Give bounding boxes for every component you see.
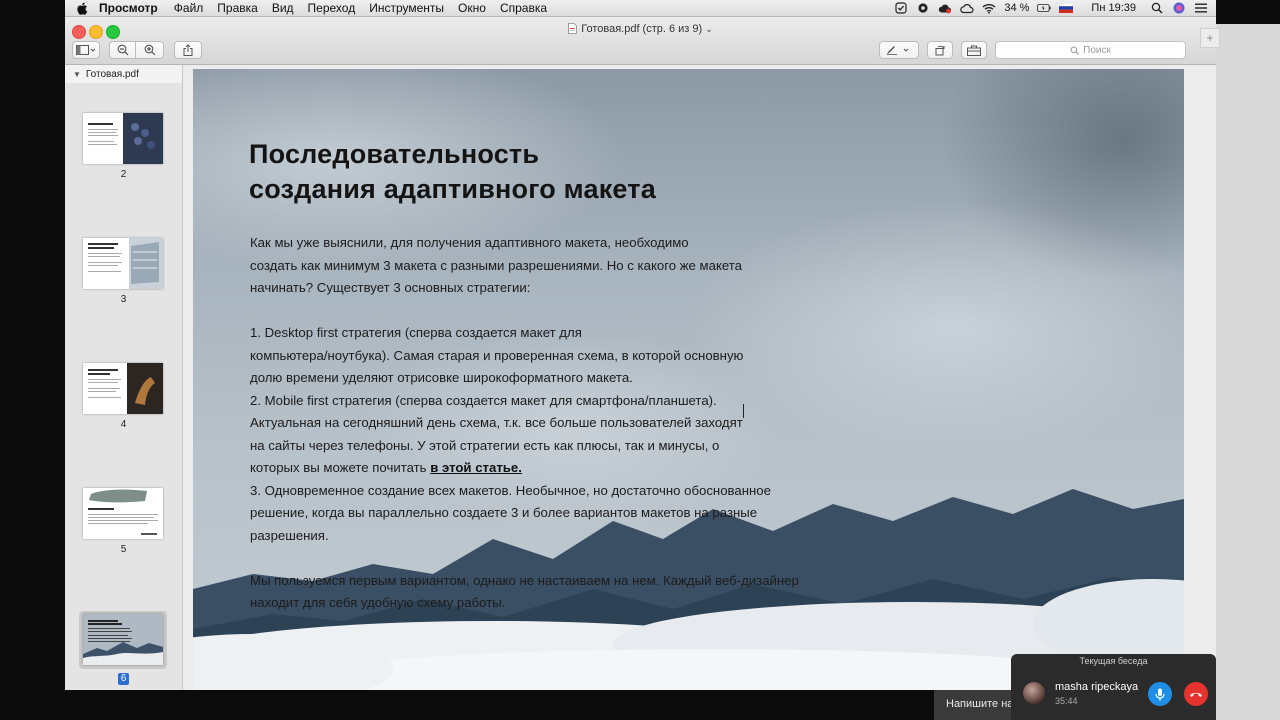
search-field[interactable]: Поиск [995, 41, 1186, 59]
microphone-button[interactable] [1148, 682, 1172, 706]
menu-tools[interactable]: Инструменты [369, 1, 444, 15]
body-line: 2. Mobile first стратегия (сперва создае… [250, 392, 717, 408]
menu-edit[interactable]: Правка [217, 1, 258, 15]
zoom-out-icon [117, 44, 128, 56]
page-number-3: 3 [120, 294, 127, 305]
page-thumbnail-3[interactable] [83, 238, 163, 289]
zoom-in-icon [144, 44, 155, 56]
menu-file[interactable]: Файл [174, 1, 204, 15]
checkmark-status-icon[interactable] [894, 2, 908, 14]
search-icon [1070, 46, 1080, 55]
spotlight-search-icon[interactable] [1150, 2, 1164, 14]
body-line-prefix: которых вы можете почитать [250, 460, 431, 475]
slide-body-text: Как мы уже выяснили, для получения адапт… [250, 232, 870, 615]
page-number-2: 2 [120, 169, 127, 180]
caller-name: masha ripeckaya [1055, 681, 1139, 693]
body-line: долю времени уделяют отрисовке широкофор… [250, 370, 633, 385]
body-line: разрешения. [250, 527, 329, 543]
slide-title-line-2: создания адаптивного макета [249, 174, 656, 204]
sidebar-file-name: Готовая.pdf [85, 68, 139, 80]
page-thumbnail-2[interactable] [83, 113, 163, 164]
body-line: Актуальная на сегодняшний день схема, т.… [250, 415, 743, 430]
document-title[interactable]: Готовая.pdf (стр. 6 из 9) ⌄ [65, 23, 1216, 37]
call-widget[interactable]: Текущая беседа masha ripeckaya 35:44 [1011, 654, 1216, 720]
battery-percent: 34 % [1004, 2, 1030, 14]
menu-go[interactable]: Переход [308, 1, 356, 15]
menu-app-name[interactable]: Просмотр [99, 1, 158, 15]
document-title-text: Готовая.pdf (стр. 6 из 9) [581, 23, 703, 35]
background-window-edge [1216, 24, 1280, 720]
disclosure-triangle-icon[interactable]: ▼ [73, 70, 81, 79]
sidebar-toggle-icon [76, 45, 96, 55]
thumbnail-sidebar[interactable]: ▼ Готовая.pdf 2 3 4 5 6 [65, 65, 183, 690]
menu-window[interactable]: Окно [458, 1, 486, 15]
chat-message-input[interactable]: Напишите на [934, 690, 1012, 720]
microphone-icon [1155, 688, 1165, 700]
zoom-in-button[interactable] [136, 41, 164, 59]
pdf-file-icon [568, 23, 578, 37]
phone-hangup-icon [1190, 692, 1202, 697]
title-bar: Готовая.pdf (стр. 6 из 9) ⌄ Поиск [65, 17, 1216, 65]
article-link[interactable]: в этой статье. [430, 460, 522, 475]
body-line: компьютера/ноутбука). Самая старая и про… [250, 347, 744, 363]
sidebar-view-menu-button[interactable] [72, 41, 100, 59]
wifi-icon[interactable] [982, 2, 996, 14]
gear-status-icon[interactable] [916, 2, 930, 14]
page-number-4: 4 [120, 419, 127, 430]
rotate-button[interactable] [927, 41, 953, 59]
rotate-icon [935, 45, 945, 56]
slide-title: Последовательность создания адаптивного … [249, 137, 656, 207]
text-cursor [743, 404, 744, 418]
menu-view[interactable]: Вид [272, 1, 294, 15]
notification-center-icon[interactable] [1194, 2, 1208, 14]
hang-up-button[interactable] [1184, 682, 1208, 706]
call-header: Текущая беседа [1079, 656, 1148, 666]
search-placeholder: Поиск [1083, 44, 1111, 56]
body-line: находит для себя удобную схему работы. [250, 595, 506, 610]
page-number-6-selected: 6 [118, 673, 129, 685]
page-number-5: 5 [120, 544, 127, 555]
body-line-with-link: которых вы можете почитать в этой статье… [250, 457, 870, 480]
battery-icon[interactable] [1037, 2, 1051, 14]
body-line: Как мы уже выяснили, для получения адапт… [250, 235, 689, 250]
apple-menu-icon[interactable] [77, 1, 91, 15]
body-line: 1. Desktop first стратегия (сперва созда… [250, 325, 582, 340]
markup-toolbar-button[interactable] [879, 41, 919, 59]
share-icon [183, 44, 193, 56]
toolbox-icon [967, 45, 981, 56]
status-area: 34 % Пн 19:39 [894, 0, 1216, 16]
sidebar-file-header[interactable]: ▼ Готовая.pdf [65, 65, 182, 83]
slide-title-line-1: Последовательность [249, 139, 540, 169]
plus-icon[interactable]: + [1200, 28, 1220, 48]
body-line: 3. Одновременное создание всех макетов. … [250, 482, 771, 498]
cloud-sync-icon[interactable] [938, 2, 952, 14]
pdf-page[interactable]: Последовательность создания адаптивного … [193, 69, 1184, 690]
page-thumbnail-4[interactable] [83, 363, 163, 414]
siri-icon[interactable] [1172, 2, 1186, 14]
cloud-icon[interactable] [960, 2, 974, 14]
call-duration: 35:44 [1055, 696, 1078, 706]
page-thumbnail-5[interactable] [83, 488, 163, 539]
russian-flag-icon[interactable] [1059, 2, 1074, 14]
body-line: начинать? Существует 3 основных стратеги… [250, 280, 531, 295]
page-thumbnail-6[interactable] [83, 614, 163, 665]
menu-bar: Просмотр Файл Правка Вид Переход Инструм… [65, 0, 1216, 17]
chevron-down-icon[interactable]: ⌄ [705, 24, 713, 34]
menu-help[interactable]: Справка [500, 1, 547, 15]
preview-window: Готовая.pdf (стр. 6 из 9) ⌄ Поиск ▼ Гото… [65, 17, 1216, 690]
toolbox-button[interactable] [961, 41, 987, 59]
clock[interactable]: Пн 19:39 [1091, 2, 1136, 14]
pen-icon [887, 46, 909, 55]
body-line: создать как минимум 3 макета с разными р… [250, 257, 742, 273]
body-line: решение, когда вы параллельно создаете 3… [250, 505, 758, 520]
zoom-out-button[interactable] [109, 41, 136, 59]
avatar [1023, 682, 1045, 704]
share-button[interactable] [174, 41, 202, 59]
body-line: на сайты через телефоны. У этой стратеги… [250, 437, 720, 453]
body-line: Мы пользуемся первым вариантом, однако н… [250, 572, 799, 588]
